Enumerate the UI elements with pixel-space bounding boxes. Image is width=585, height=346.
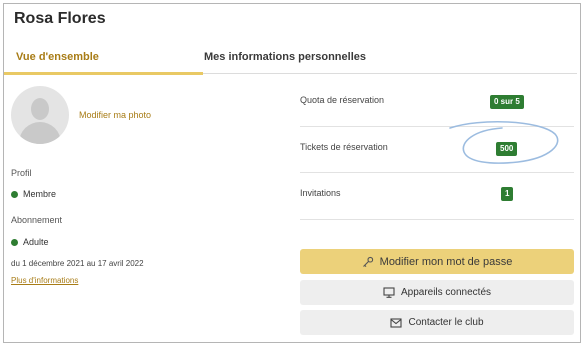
monitor-icon: [383, 287, 395, 298]
profile-value: Membre: [23, 189, 57, 199]
subscription-label: Abonnement: [11, 215, 63, 225]
change-password-button[interactable]: Modifier mon mot de passe: [300, 249, 574, 274]
invitations-badge: 1: [501, 187, 514, 201]
contact-club-label: Contacter le club: [408, 317, 484, 328]
profile-status: Membre: [11, 189, 56, 199]
contact-club-button[interactable]: Contacter le club: [300, 310, 574, 335]
avatar[interactable]: [11, 86, 69, 144]
stat-label: Tickets de réservation: [300, 142, 388, 152]
status-dot-icon: [11, 238, 18, 246]
tab-personal-info[interactable]: Mes informations personnelles: [204, 51, 366, 63]
connected-devices-button[interactable]: Appareils connectés: [300, 280, 574, 305]
annotation-circle: [449, 121, 559, 164]
edit-photo-link[interactable]: Modifier ma photo: [79, 110, 151, 120]
profile-label: Profil: [11, 168, 32, 178]
tab-overview[interactable]: Vue d'ensemble: [16, 51, 99, 63]
change-password-label: Modifier mon mot de passe: [379, 255, 513, 268]
connected-devices-label: Appareils connectés: [400, 287, 492, 298]
more-info-link[interactable]: Plus d'informations: [11, 276, 78, 285]
subscription-status: Adulte: [11, 237, 49, 247]
status-dot-icon: [11, 190, 18, 198]
key-icon: [362, 256, 373, 267]
avatar-body-icon: [19, 122, 61, 144]
quota-badge: 0 sur 5: [490, 95, 524, 109]
active-tab-indicator: [4, 72, 203, 75]
stat-label: Quota de réservation: [300, 95, 385, 105]
stat-row-invitations: Invitations 1: [300, 173, 574, 220]
subscription-dates: du 1 décembre 2021 au 17 avril 2022: [11, 259, 144, 268]
avatar-head-icon: [31, 98, 49, 120]
tab-bar: Vue d'ensemble Mes informations personne…: [4, 48, 577, 75]
envelope-icon: [390, 317, 403, 328]
page-title: Rosa Flores: [14, 10, 106, 27]
subscription-value: Adulte: [23, 237, 49, 247]
stat-label: Invitations: [300, 188, 341, 198]
